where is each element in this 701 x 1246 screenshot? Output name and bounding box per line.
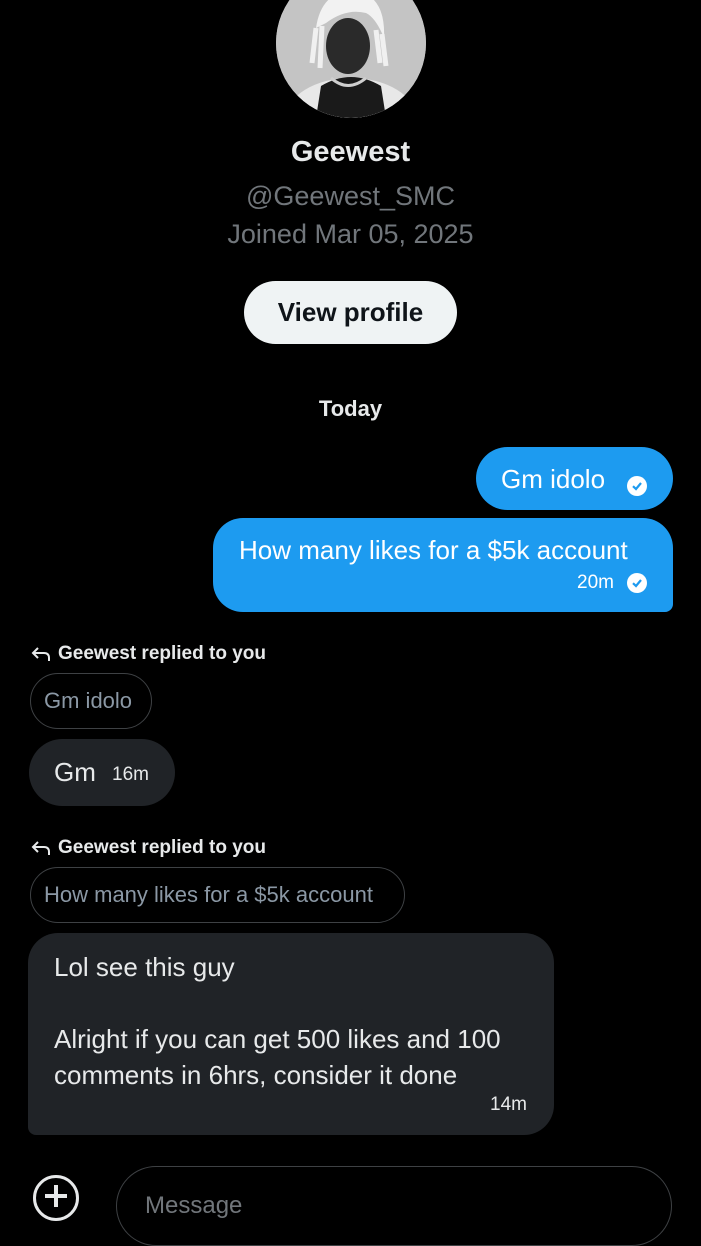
message-time: 16m [112,764,149,785]
message-bubble-incoming[interactable]: Lol see this guy Alright if you can get … [28,933,554,1135]
profile-handle: @Geewest_SMC [246,181,455,211]
message-text: Gm idolo [501,464,606,494]
message-time: 20m [577,572,614,593]
avatar-image [276,0,426,118]
profile-name: Geewest [290,136,411,168]
message-text-line: Lol see this guy [54,952,235,982]
reply-icon [31,647,50,661]
message-bubble-outgoing[interactable]: Gm idolo [476,447,673,510]
plus-circle-icon[interactable] [33,1175,79,1221]
avatar[interactable] [276,0,426,118]
message-text-line: Alright if you can get 500 likes and 100… [54,1024,501,1090]
quoted-message[interactable]: Gm idolo [30,673,152,729]
view-profile-button[interactable]: View profile [244,281,457,344]
reply-indicator: Geewest replied to you [30,643,266,665]
check-circle-icon [627,573,647,593]
reply-icon [31,841,50,855]
message-bubble-incoming[interactable]: Gm 16m [29,739,175,806]
message-text: How many likes for a $5k account [239,535,628,565]
message-time: 14m [490,1094,527,1115]
reply-label-text: Geewest replied to you [58,837,266,858]
message-input[interactable] [116,1166,672,1246]
reply-indicator: Geewest replied to you [30,837,266,859]
check-circle-icon [627,476,647,496]
profile-joined-date: Joined Mar 05, 2025 [227,219,474,249]
reply-label-text: Geewest replied to you [58,643,266,664]
message-bubble-outgoing[interactable]: How many likes for a $5k account 20m [213,518,673,612]
date-divider: Today [318,396,383,421]
quoted-message[interactable]: How many likes for a $5k account [30,867,405,923]
message-text: Gm [54,757,96,787]
